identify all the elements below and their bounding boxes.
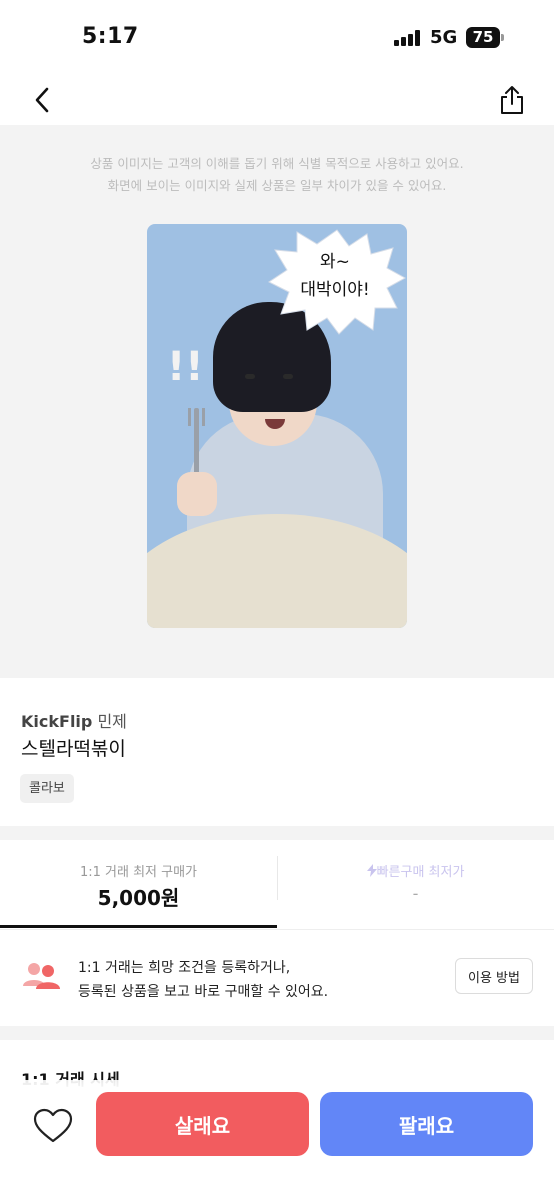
chevron-left-icon xyxy=(35,87,49,113)
tab-price-value: - xyxy=(412,884,419,903)
info-line2: 등록된 상품을 보고 바로 구매할 수 있어요. xyxy=(78,984,329,1000)
status-bar: 5:17 5G 75 xyxy=(0,0,554,76)
member-name: 민제 xyxy=(97,712,127,731)
image-notice-line2: 화면에 보이는 이미지와 실제 상품은 일부 차이가 있을 수 있어요. xyxy=(107,178,447,193)
eye-shape xyxy=(283,374,293,379)
back-button[interactable] xyxy=(24,80,60,120)
buy-button[interactable]: 살래요 xyxy=(96,1092,309,1156)
battery-icon: 75 xyxy=(466,27,500,48)
speech-line1: 와~ xyxy=(320,252,350,272)
plate-shape xyxy=(147,514,407,628)
share-button[interactable] xyxy=(494,80,530,120)
hand-shape xyxy=(177,472,217,516)
tab-price-value: 5,000원 xyxy=(97,886,180,910)
trade-info-row: 1:1 거래는 희망 조건을 등록하거나, 등록된 상품을 보고 바로 구매할 … xyxy=(0,929,554,1025)
heart-icon xyxy=(33,1108,73,1143)
product-photocard-image[interactable]: !! 와~ 대박이야! xyxy=(147,224,407,628)
share-icon xyxy=(501,86,523,114)
nav-bar xyxy=(0,76,554,124)
network-label: 5G xyxy=(430,27,458,48)
active-tab-indicator xyxy=(0,925,277,928)
brand-name[interactable]: KickFlip xyxy=(21,712,92,731)
signal-icon xyxy=(394,30,420,46)
exclamation-mark: !! xyxy=(167,344,204,390)
users-icon xyxy=(23,963,60,989)
speech-line2: 대박이야! xyxy=(300,280,370,300)
fork-handle xyxy=(194,408,199,480)
product-tag: 콜라보 xyxy=(20,774,74,803)
trade-info-text: 1:1 거래는 희망 조건을 등록하거나, 등록된 상품을 보고 바로 구매할 … xyxy=(78,956,328,1004)
section-divider xyxy=(0,826,554,840)
tab-label-text: 빠른구매 최저가 xyxy=(376,865,465,880)
tab-label: 빠른구매 최저가 xyxy=(277,861,554,880)
brand-line: KickFlip 민제 xyxy=(21,708,127,732)
wishlist-button[interactable] xyxy=(30,1104,76,1148)
eye-shape xyxy=(245,374,255,379)
battery-cap xyxy=(501,34,504,41)
image-notice-line1: 상품 이미지는 고객의 이해를 돕기 위해 식별 목적으로 사용하고 있어요. xyxy=(90,156,464,171)
price-tabs: 1:1 거래 최저 구매가 5,000원 빠른구매 최저가 - xyxy=(0,840,554,928)
lightning-icon xyxy=(366,864,377,877)
sell-button[interactable]: 팔래요 xyxy=(320,1092,533,1156)
speech-burst-text: 와~ 대박이야! xyxy=(285,248,385,304)
info-line1: 1:1 거래는 희망 조건을 등록하거나, xyxy=(78,960,291,976)
product-title-section: KickFlip 민제 스텔라떡볶이 콜라보 xyxy=(0,678,554,826)
product-name: 스텔라떡볶이 xyxy=(21,738,126,760)
tab-label: 1:1 거래 최저 구매가 xyxy=(79,865,198,880)
section-divider xyxy=(0,1026,554,1040)
status-time: 5:17 xyxy=(82,24,139,49)
product-image-area: 상품 이미지는 고객의 이해를 돕기 위해 식별 목적으로 사용하고 있어요. … xyxy=(0,125,554,678)
bottom-action-bar: 살래요 팔래요 xyxy=(0,1080,554,1200)
image-notice: 상품 이미지는 고객의 이해를 돕기 위해 식별 목적으로 사용하고 있어요. … xyxy=(0,153,554,197)
tab-lowest-buy-price[interactable]: 1:1 거래 최저 구매가 5,000원 xyxy=(0,840,277,928)
tab-quick-buy-price[interactable]: 빠른구매 최저가 - xyxy=(277,840,554,928)
how-to-use-button[interactable]: 이용 방법 xyxy=(455,958,533,994)
